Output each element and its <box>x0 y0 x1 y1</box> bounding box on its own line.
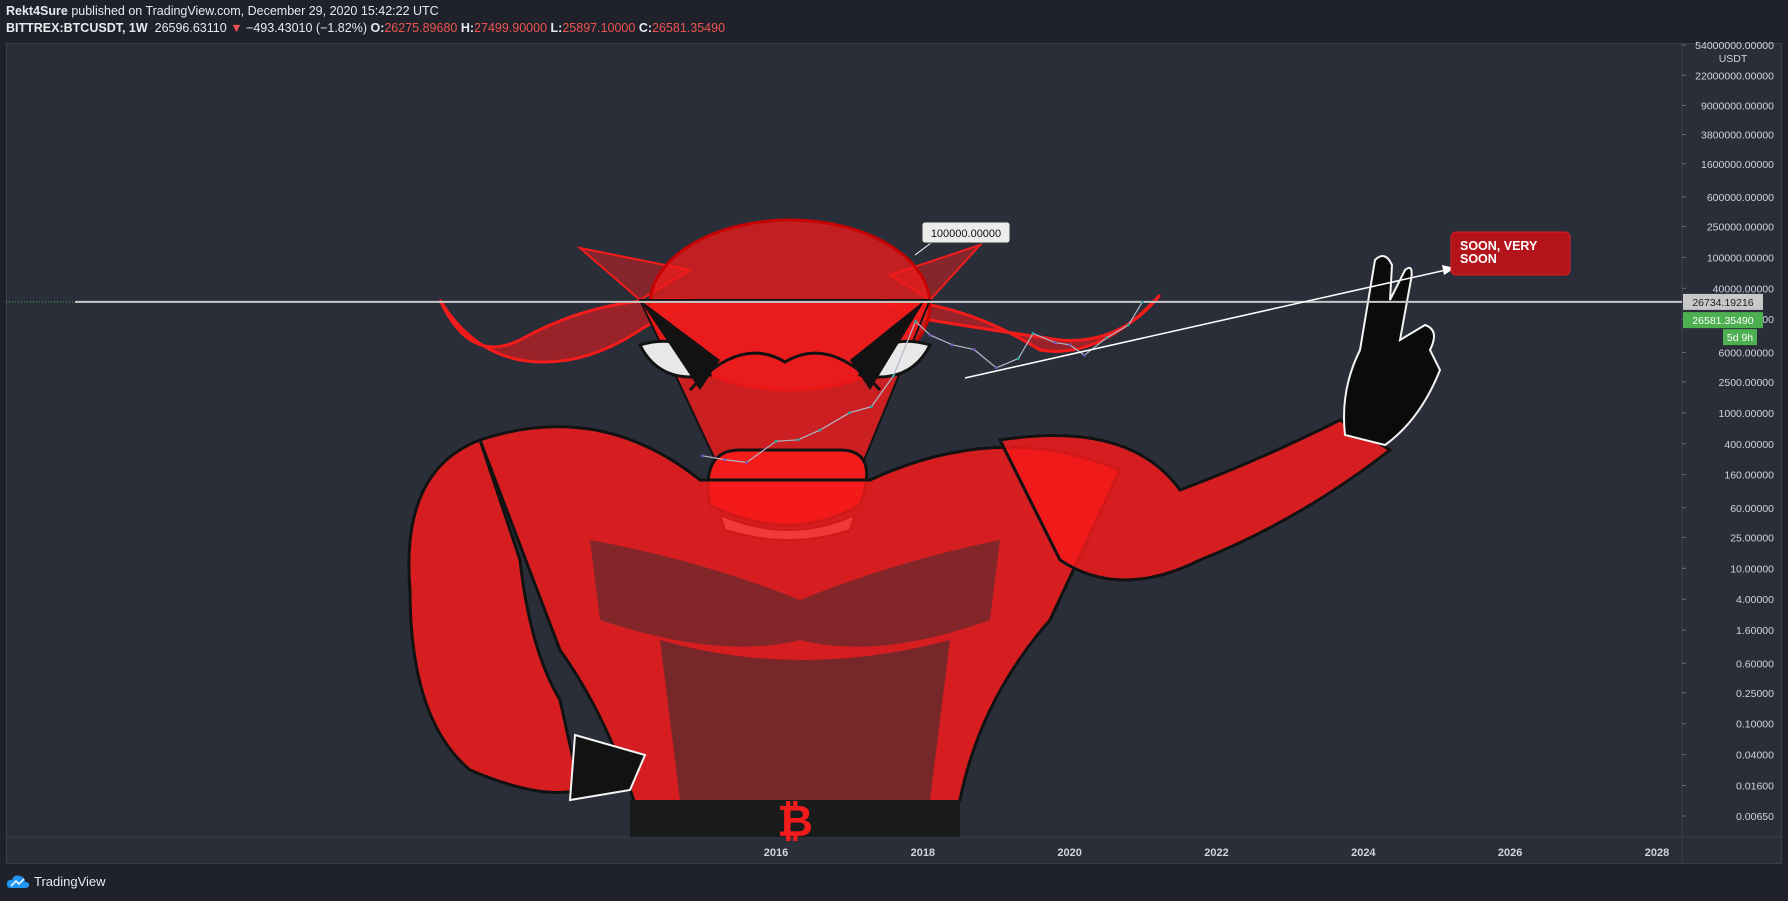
price-tick-label: 1000.00000 <box>1719 408 1775 420</box>
chart-svg[interactable]: USDT 54000000.00000 22000000.00000 9000000… <box>0 0 1788 901</box>
soon-text-line2: SOON <box>1460 252 1497 266</box>
bull-abs <box>660 640 950 800</box>
price-tick-label: 160.00000 <box>1724 470 1774 482</box>
tradingview-brand[interactable]: TradingView <box>6 873 106 889</box>
countdown-badge: 5d 9h <box>1723 329 1757 346</box>
time-tick-label: 2022 <box>1204 847 1228 859</box>
price-tick-label: 0.10000 <box>1736 719 1774 731</box>
price-tick-label: 600000.00000 <box>1707 192 1774 204</box>
last-price-badge: 26581.35490 <box>1683 312 1763 329</box>
price-point <box>818 428 822 432</box>
price-point <box>1016 357 1020 360</box>
price-point <box>701 454 704 458</box>
callout-price-text: 100000.00000 <box>931 228 1001 240</box>
price-point <box>796 438 800 442</box>
price-tick-label: 1600000.00000 <box>1701 159 1774 171</box>
price-axis[interactable]: 54000000.00000 22000000.00000 9000000.0000… <box>1682 40 1774 823</box>
price-point <box>1031 332 1035 335</box>
price-tick-label: 6000.00000 <box>1719 347 1775 359</box>
currency-label: USDT <box>1719 53 1748 65</box>
time-tick-label: 2018 <box>911 847 935 859</box>
footer <box>0 866 1788 901</box>
price-point <box>950 343 954 347</box>
time-tick-label: 2020 <box>1057 847 1081 859</box>
price-tick-label: 1.60000 <box>1736 625 1774 637</box>
price-point <box>914 320 917 323</box>
line-price-label: 26734.19216 <box>1692 297 1753 309</box>
price-tick-label: 10.00000 <box>1730 563 1774 575</box>
price-tick-label: 100000.00000 <box>1707 252 1774 264</box>
price-point <box>1127 323 1130 327</box>
price-tick-label: 54000000.00000 <box>1695 40 1774 52</box>
price-point <box>774 439 778 443</box>
price-point <box>994 366 998 370</box>
price-point <box>723 458 727 462</box>
price-point <box>1104 336 1108 340</box>
price-tick-label: 40000.00000 <box>1713 283 1774 295</box>
price-point <box>848 411 851 415</box>
soon-text-line1: SOON, VERY <box>1460 239 1538 253</box>
line-price-badge: 26734.19216 <box>1683 293 1763 310</box>
red-bull-drawing: ₿ <box>407 218 1442 846</box>
price-tick-label: 250000.00000 <box>1707 221 1774 233</box>
price-tick-label: 0.00650 <box>1736 811 1774 823</box>
time-tick-label: 2028 <box>1645 847 1669 859</box>
price-tick-label: 0.60000 <box>1736 658 1774 670</box>
time-tick-label: 2024 <box>1351 847 1376 859</box>
price-tick-label: 0.04000 <box>1736 750 1774 762</box>
price-point <box>1068 343 1072 347</box>
soon-annotation[interactable]: SOON, VERY SOON <box>1450 231 1571 276</box>
price-tick-label: 4.00000 <box>1736 594 1774 606</box>
countdown-label: 5d 9h <box>1727 332 1753 344</box>
price-point <box>1140 300 1144 304</box>
price-tick-label: 22000000.00000 <box>1695 70 1774 82</box>
price-point <box>1082 353 1086 357</box>
price-tick-label: 2500.00000 <box>1719 377 1775 389</box>
last-price-label: 26581.35490 <box>1692 315 1753 327</box>
price-tick-label: 9000000.00000 <box>1701 100 1774 112</box>
price-tick-label: 25.00000 <box>1730 532 1774 544</box>
price-point <box>1053 341 1057 345</box>
time-tick-label: 2026 <box>1498 847 1522 859</box>
price-tick-label: 3800000.00000 <box>1701 130 1774 142</box>
price-point <box>892 374 895 378</box>
price-tick-label: 0.25000 <box>1736 688 1774 700</box>
bitcoin-icon: ₿ <box>777 797 813 846</box>
price-tick-label: 60.00000 <box>1730 503 1774 515</box>
right-arm <box>997 418 1393 582</box>
tradingview-cloud-icon <box>6 875 30 888</box>
time-axis[interactable]: 2016 2018 2020 2022 2024 2026 2028 <box>764 847 1669 859</box>
price-tick-label: 0.01600 <box>1736 781 1774 793</box>
price-point <box>870 405 873 409</box>
footer-brand-text: TradingView <box>34 873 106 889</box>
price-point <box>745 461 749 464</box>
price-point <box>928 333 932 337</box>
price-point <box>972 348 976 352</box>
price-tick-label: 400.00000 <box>1724 439 1774 451</box>
time-tick-label: 2016 <box>764 847 788 859</box>
black-hand <box>1343 255 1442 447</box>
